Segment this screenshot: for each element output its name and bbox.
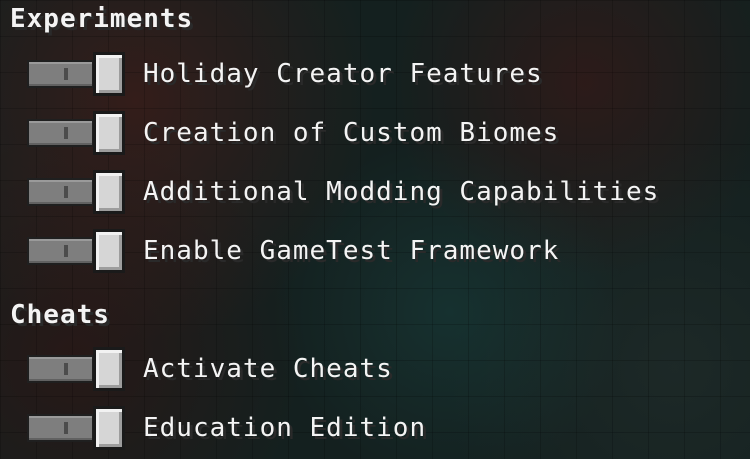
education-edition-toggle[interactable] — [27, 406, 125, 450]
additional-modding-capabilities-toggle-row[interactable]: Additional Modding Capabilities — [27, 170, 659, 214]
additional-modding-capabilities-label: Additional Modding Capabilities — [143, 177, 660, 207]
toggle-track — [27, 414, 94, 442]
holiday-creator-features-label: Holiday Creator Features — [143, 59, 543, 89]
creation-of-custom-biomes-toggle[interactable] — [27, 111, 125, 155]
education-edition-toggle-row[interactable]: Education Edition — [27, 406, 426, 450]
experiments-header: Experiments — [10, 4, 194, 34]
toggle-knob[interactable] — [93, 52, 125, 96]
education-edition-label: Education Edition — [143, 413, 427, 443]
toggle-knob[interactable] — [93, 347, 125, 391]
toggle-knob[interactable] — [93, 229, 125, 273]
activate-cheats-label: Activate Cheats — [143, 354, 393, 384]
toggle-off-mark — [64, 127, 68, 139]
cheats-header: Cheats — [10, 300, 110, 330]
toggle-track — [27, 60, 94, 88]
toggle-track — [27, 237, 94, 265]
holiday-creator-features-toggle-row[interactable]: Holiday Creator Features — [27, 52, 543, 96]
toggle-off-mark — [64, 363, 68, 375]
toggle-off-mark — [64, 422, 68, 434]
activate-cheats-toggle-row[interactable]: Activate Cheats — [27, 347, 393, 391]
creation-of-custom-biomes-toggle-row[interactable]: Creation of Custom Biomes — [27, 111, 559, 155]
enable-gametest-framework-label: Enable GameTest Framework — [143, 236, 560, 266]
enable-gametest-framework-toggle-row[interactable]: Enable GameTest Framework — [27, 229, 559, 273]
holiday-creator-features-toggle[interactable] — [27, 52, 125, 96]
toggle-knob[interactable] — [93, 406, 125, 450]
activate-cheats-toggle[interactable] — [27, 347, 125, 391]
additional-modding-capabilities-toggle[interactable] — [27, 170, 125, 214]
toggle-knob[interactable] — [93, 170, 125, 214]
toggle-track — [27, 355, 94, 383]
enable-gametest-framework-toggle[interactable] — [27, 229, 125, 273]
toggle-track — [27, 119, 94, 147]
toggle-off-mark — [64, 186, 68, 198]
toggle-off-mark — [64, 245, 68, 257]
toggle-off-mark — [64, 68, 68, 80]
creation-of-custom-biomes-label: Creation of Custom Biomes — [143, 118, 560, 148]
toggle-knob[interactable] — [93, 111, 125, 155]
toggle-track — [27, 178, 94, 206]
